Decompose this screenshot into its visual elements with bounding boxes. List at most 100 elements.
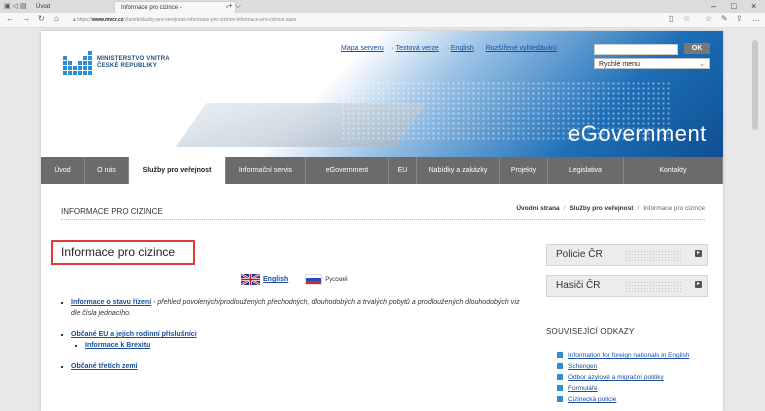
chevron-down-icon: ⌄ xyxy=(699,61,705,68)
pen-icon[interactable]: ✎ xyxy=(721,14,728,23)
menu-legislativa[interactable]: Legislativa xyxy=(548,157,624,184)
minimize-icon[interactable]: – xyxy=(711,1,716,11)
related-link-item: Schengen xyxy=(557,361,689,372)
related-link-formulare[interactable]: Formuláře xyxy=(568,385,598,392)
search-ok-button[interactable]: OK xyxy=(684,43,710,54)
ministry-logo-icon[interactable] xyxy=(63,51,92,75)
uk-flag-icon[interactable] xyxy=(241,274,260,285)
browser-tab-uvod[interactable]: Úvod xyxy=(30,1,114,13)
list-item: Občané třetích zemí xyxy=(71,361,521,372)
menu-egovernment[interactable]: eGovernment xyxy=(306,157,389,184)
expand-icon: ▸ xyxy=(695,250,702,257)
breadcrumb-home[interactable]: Úvodní strana xyxy=(516,205,559,212)
menu-uvod[interactable]: Úvod xyxy=(41,157,85,184)
related-link-item: Cizinecká policie xyxy=(557,394,689,405)
breadcrumb-separator: / xyxy=(637,205,640,212)
link-advanced-search[interactable]: Rozšířené vyhledávání xyxy=(486,45,557,52)
bullet-icon xyxy=(557,363,563,370)
related-link-azyl[interactable]: Odbor azylové a migrační politiky xyxy=(568,374,664,381)
new-tab-icon[interactable]: + ⌵ xyxy=(228,1,241,11)
logo-line-2: ČESKÉ REPUBLIKY xyxy=(97,63,158,69)
egovernment-brand: eGovernment xyxy=(568,121,707,146)
chevron-right-icon: › xyxy=(564,46,567,52)
link-textova-verze[interactable]: Textová verze xyxy=(396,45,439,52)
list-item: Informace o stavu řízení - přehled povol… xyxy=(71,297,521,319)
url-domain: www.mvcr.cz xyxy=(92,17,124,23)
back-icon[interactable]: ← xyxy=(6,14,14,23)
sidebar-box-label: Policie ČR xyxy=(556,249,603,260)
favorite-star-icon[interactable]: ☆ xyxy=(683,14,690,23)
related-link-cizinecka-policie[interactable]: Cizinecká policie xyxy=(568,396,616,403)
sidebar-box-label: Hasiči ČR xyxy=(556,280,601,291)
quick-menu-value: Rychlé menu xyxy=(599,61,640,68)
sidebar-box-policie[interactable]: Policie ČR ▸ xyxy=(546,244,708,266)
refresh-icon[interactable]: ↻ xyxy=(38,14,45,23)
search-input[interactable] xyxy=(594,44,678,55)
related-link-item: Odbor azylové a migrační politiky xyxy=(557,372,689,383)
link-mapa-serveru[interactable]: Mapa serveru xyxy=(341,45,384,52)
russian-flag-icon[interactable] xyxy=(305,274,323,285)
window-close-icon[interactable]: × xyxy=(751,1,756,11)
menu-kontakty[interactable]: Kontakty xyxy=(624,157,723,184)
tab-preview-icon[interactable]: ▤ xyxy=(20,2,27,10)
link-stav-rizeni[interactable]: Informace o stavu řízení xyxy=(71,299,151,306)
top-links: Mapa serveru › Textová verze › English › Ro… xyxy=(341,45,567,52)
related-links-heading: SOUVISEJÍCÍ ODKAZY xyxy=(546,327,635,336)
logo-line-1: MINISTERSTVO VNITRA xyxy=(97,56,170,62)
page-title: Informace pro cizince xyxy=(51,240,195,265)
tab-actions-icon[interactable]: ▣ ◁ xyxy=(4,2,18,10)
related-link-item: Information for foreign nationals in Eng… xyxy=(557,350,689,361)
expand-icon: ▸ xyxy=(695,281,702,288)
bullet-icon xyxy=(557,352,563,359)
menu-nabidky[interactable]: Nabídky a zakázky xyxy=(417,157,500,184)
tab-label: Informace pro cizince - xyxy=(121,5,182,11)
menu-eu[interactable]: EU xyxy=(389,157,417,184)
url-path: /clanek/sluzby-pro-verejnost-informace-p… xyxy=(123,17,297,23)
ministry-logo-text[interactable]: MINISTERSTVO VNITRA ČESKÉ REPUBLIKY xyxy=(97,56,170,70)
list-item: Občané EU a jejich rodinní příslušníci I… xyxy=(71,329,521,351)
dot-pattern xyxy=(625,250,681,261)
breadcrumb-separator: / xyxy=(563,205,566,212)
link-russian-version[interactable]: Русский xyxy=(325,277,347,283)
link-english-version[interactable]: English xyxy=(263,276,288,283)
breadcrumb: Úvodní strana / Služby pro veřejnost / Infor… xyxy=(516,205,705,212)
menu-o-nas[interactable]: O nás xyxy=(85,157,129,184)
related-links-list: Information for foreign nationals in Eng… xyxy=(557,350,689,405)
main-menu: Úvod O nás Služby pro veřejnost Informač… xyxy=(41,157,723,184)
language-links: English Русский xyxy=(241,274,348,285)
home-icon[interactable]: ⌂ xyxy=(54,14,59,23)
scrollbar[interactable] xyxy=(752,40,758,130)
forward-icon[interactable]: → xyxy=(22,14,30,23)
sub-list-item: Informace k Brexitu xyxy=(85,340,521,351)
bullet-icon xyxy=(557,385,563,392)
breadcrumb-sluzby[interactable]: Služby pro veřejnost xyxy=(569,205,633,212)
maximize-icon[interactable]: □ xyxy=(731,1,736,11)
link-english[interactable]: English xyxy=(451,45,474,52)
quick-menu-select[interactable]: Rychlé menu ⌄ xyxy=(594,58,710,69)
divider xyxy=(61,219,705,220)
share-icon[interactable]: ⇪ xyxy=(736,14,743,23)
more-icon[interactable]: … xyxy=(752,14,760,23)
web-page: MINISTERSTVO VNITRA ČESKÉ REPUBLIKY Mapa… xyxy=(41,31,723,411)
browser-tab-bar: ▣ ◁ ▤ Úvod Informace pro cizince - × + ⌵ … xyxy=(0,0,765,14)
url-field[interactable]: 🔒︎ https://www.mvcr.cz/clanek/sluzby-pro… xyxy=(73,15,653,25)
favorites-icon[interactable]: ☆ xyxy=(705,14,712,23)
link-obcane-tretich-zemi[interactable]: Občané třetích zemí xyxy=(71,363,138,370)
url-prefix: https:// xyxy=(77,17,93,23)
section-heading: INFORMACE PRO CIZINCE xyxy=(61,207,163,216)
menu-informacni-servis[interactable]: Informační servis xyxy=(226,157,306,184)
bullet-icon xyxy=(557,374,563,381)
dot-pattern xyxy=(625,281,681,292)
breadcrumb-current: Informace pro cizince xyxy=(643,205,705,212)
main-content: Informace o stavu řízení - přehled povol… xyxy=(61,297,521,382)
menu-projekty[interactable]: Projekty xyxy=(500,157,548,184)
link-obcane-eu[interactable]: Občané EU a jejich rodinní příslušníci xyxy=(71,331,197,338)
header-banner: MINISTERSTVO VNITRA ČESKÉ REPUBLIKY Mapa… xyxy=(41,31,723,157)
related-link-foreign-nationals[interactable]: Information for foreign nationals in Eng… xyxy=(568,352,689,359)
bullet-icon xyxy=(557,396,563,403)
related-link-schengen[interactable]: Schengen xyxy=(568,363,597,370)
link-brexit[interactable]: Informace k Brexitu xyxy=(85,342,150,349)
menu-sluzby[interactable]: Služby pro veřejnost xyxy=(129,157,226,184)
reading-view-icon[interactable]: ▯ xyxy=(669,14,673,23)
sidebar-box-hasici[interactable]: Hasiči ČR ▸ xyxy=(546,275,708,297)
